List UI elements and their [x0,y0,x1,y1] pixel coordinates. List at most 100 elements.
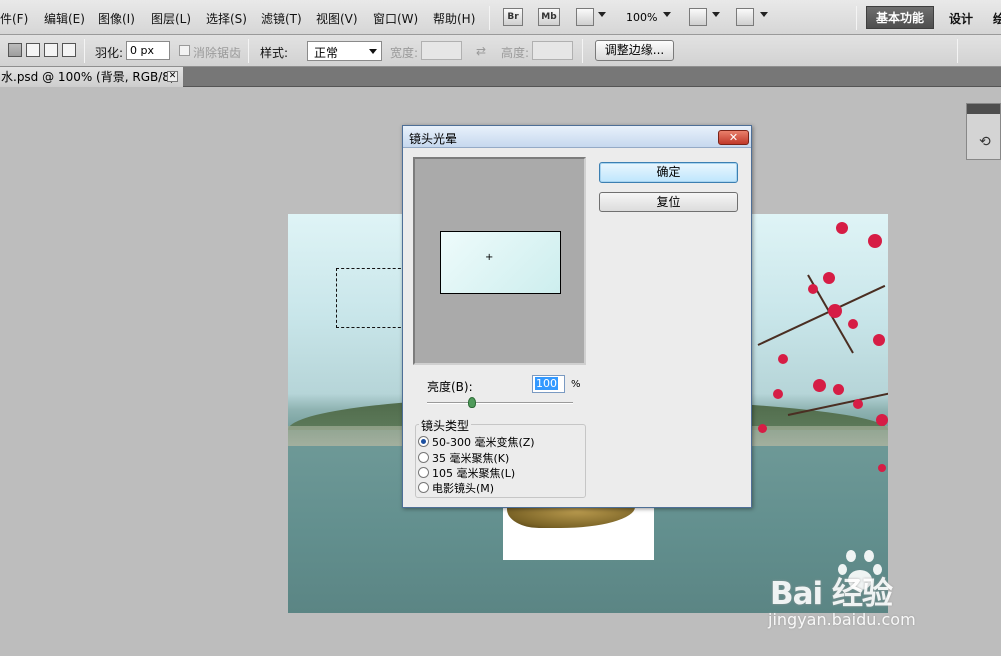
height-input[interactable] [532,41,573,60]
ok-button[interactable]: 确定 [599,162,738,183]
options-bar: 羽化: 消除锯齿 样式: 正常 宽度: ⇄ 高度: 调整边缘... [0,35,1001,67]
lens-option-50-300[interactable]: 50-300 毫米变焦(Z) [418,434,535,450]
dialog-close-button[interactable]: ✕ [718,130,749,145]
canvas-blossom [836,222,848,234]
lens-option-label: 电影镜头(M) [432,482,495,495]
canvas-blossom [828,304,842,318]
menu-help[interactable]: 帮助(H) [433,10,475,27]
radio-button[interactable] [418,467,429,478]
lens-option-label: 35 毫米聚焦(K) [432,452,510,465]
brightness-label: 亮度(B): [427,380,473,394]
refine-edge-button[interactable]: 调整边缘... [595,40,674,61]
lens-type-title: 镜头类型 [419,417,472,434]
style-select[interactable]: 正常 [307,41,382,61]
panel-dock-header[interactable] [967,104,1000,114]
width-input[interactable] [421,41,462,60]
lens-flare-dialog: 镜头光晕 ✕ + 确定 复位 亮度(B): 100 % 镜头类型 50-300 … [402,125,752,508]
chevron-down-icon [369,49,377,54]
style-select-value: 正常 [314,46,339,60]
canvas-blossom [823,272,835,284]
menu-separator [856,6,857,30]
feather-label: 羽化: [95,46,124,60]
chevron-down-icon[interactable] [760,12,768,17]
workspace-design-button[interactable]: 设计 [949,10,973,27]
lens-option-label: 50-300 毫米变焦(Z) [432,436,535,449]
canvas-blossom [873,334,885,346]
collapsed-panel-dock[interactable]: ⟲ [966,103,1001,160]
swap-icon[interactable]: ⇄ [476,44,486,58]
brightness-slider-thumb[interactable] [468,397,476,408]
lens-option-movie[interactable]: 电影镜头(M) [418,480,494,496]
document-tab-bar: 水.psd @ 100% (背景, RGB/8) ✕ [0,67,1001,87]
zoom-level[interactable]: 100% [626,11,657,24]
intersect-selection-icon[interactable] [62,43,76,57]
canvas-blossom [848,319,858,329]
canvas-blossom [833,384,844,395]
antialias-label: 消除锯齿 [193,46,242,60]
preview-thumbnail[interactable]: + [440,231,561,294]
mini-bridge-icon[interactable]: Mb [538,8,560,26]
canvas-blossom [773,389,783,399]
antialias-checkbox[interactable] [179,45,190,56]
add-selection-icon[interactable] [26,43,40,57]
options-separator [84,39,85,63]
menu-file[interactable]: 件(F) [0,10,28,27]
feather-input[interactable] [126,41,170,60]
menu-edit[interactable]: 编辑(E) [44,10,85,27]
new-selection-icon[interactable] [8,43,22,57]
canvas-blossom [808,284,818,294]
document-tab[interactable]: 水.psd @ 100% (背景, RGB/8) ✕ [0,67,183,87]
canvas-branch [757,284,886,346]
close-icon[interactable]: ✕ [167,71,178,82]
height-label: 高度: [501,46,530,60]
lens-option-105[interactable]: 105 毫米聚焦(L) [418,465,515,481]
workspace-essentials-button[interactable]: 基本功能 [866,6,934,29]
dialog-title: 镜头光晕 [409,132,458,146]
document-tab-title: 水.psd @ 100% (背景, RGB/8) [1,70,175,84]
chevron-down-icon[interactable] [598,12,606,17]
canvas-blossom [853,399,863,409]
menu-bar: 件(F) 编辑(E) 图像(I) 图层(L) 选择(S) 滤镜(T) 视图(V)… [0,0,1001,35]
chevron-down-icon[interactable] [663,12,671,17]
menu-window[interactable]: 窗口(W) [373,10,418,27]
history-icon[interactable]: ⟲ [979,134,991,150]
menu-image[interactable]: 图像(I) [98,10,135,27]
canvas-blossom [758,424,767,433]
options-separator [582,39,583,63]
width-label: 宽度: [390,46,419,60]
canvas-blossom [778,354,788,364]
options-separator [248,39,249,63]
menu-layer[interactable]: 图层(L) [151,10,191,27]
canvas-blossom [868,234,882,248]
menu-select[interactable]: 选择(S) [206,10,247,27]
chevron-down-icon[interactable] [712,12,720,17]
extras-icon[interactable] [576,8,594,26]
flare-preview[interactable]: + [413,157,586,365]
baidu-jingyan-watermark: Bai 经验 jingyan.baidu.com [768,548,958,638]
flare-center-crosshair[interactable]: + [485,253,493,263]
lens-option-35[interactable]: 35 毫米聚焦(K) [418,450,509,466]
watermark-url: jingyan.baidu.com [768,610,916,629]
reset-button[interactable]: 复位 [599,192,738,212]
workspace-painting-button[interactable]: 绘 [993,10,1001,27]
radio-button[interactable] [418,452,429,463]
arrange-documents-icon[interactable] [689,8,707,26]
canvas-blossom [878,464,886,472]
brightness-input[interactable]: 100 [532,375,565,393]
brightness-value: 100 [535,377,558,390]
menu-view[interactable]: 视图(V) [316,10,358,27]
radio-button[interactable] [418,436,429,447]
marquee-selection[interactable] [336,268,406,328]
lens-option-label: 105 毫米聚焦(L) [432,467,516,480]
bridge-icon[interactable]: Br [503,8,523,26]
style-label: 样式: [260,46,289,60]
options-separator [957,39,958,63]
menu-separator [489,6,490,30]
brightness-unit: % [571,379,581,390]
menu-filter[interactable]: 滤镜(T) [261,10,302,27]
brightness-slider-track[interactable] [427,402,573,404]
canvas-blossom [813,379,826,392]
radio-button[interactable] [418,482,429,493]
subtract-selection-icon[interactable] [44,43,58,57]
screen-mode-icon[interactable] [736,8,754,26]
